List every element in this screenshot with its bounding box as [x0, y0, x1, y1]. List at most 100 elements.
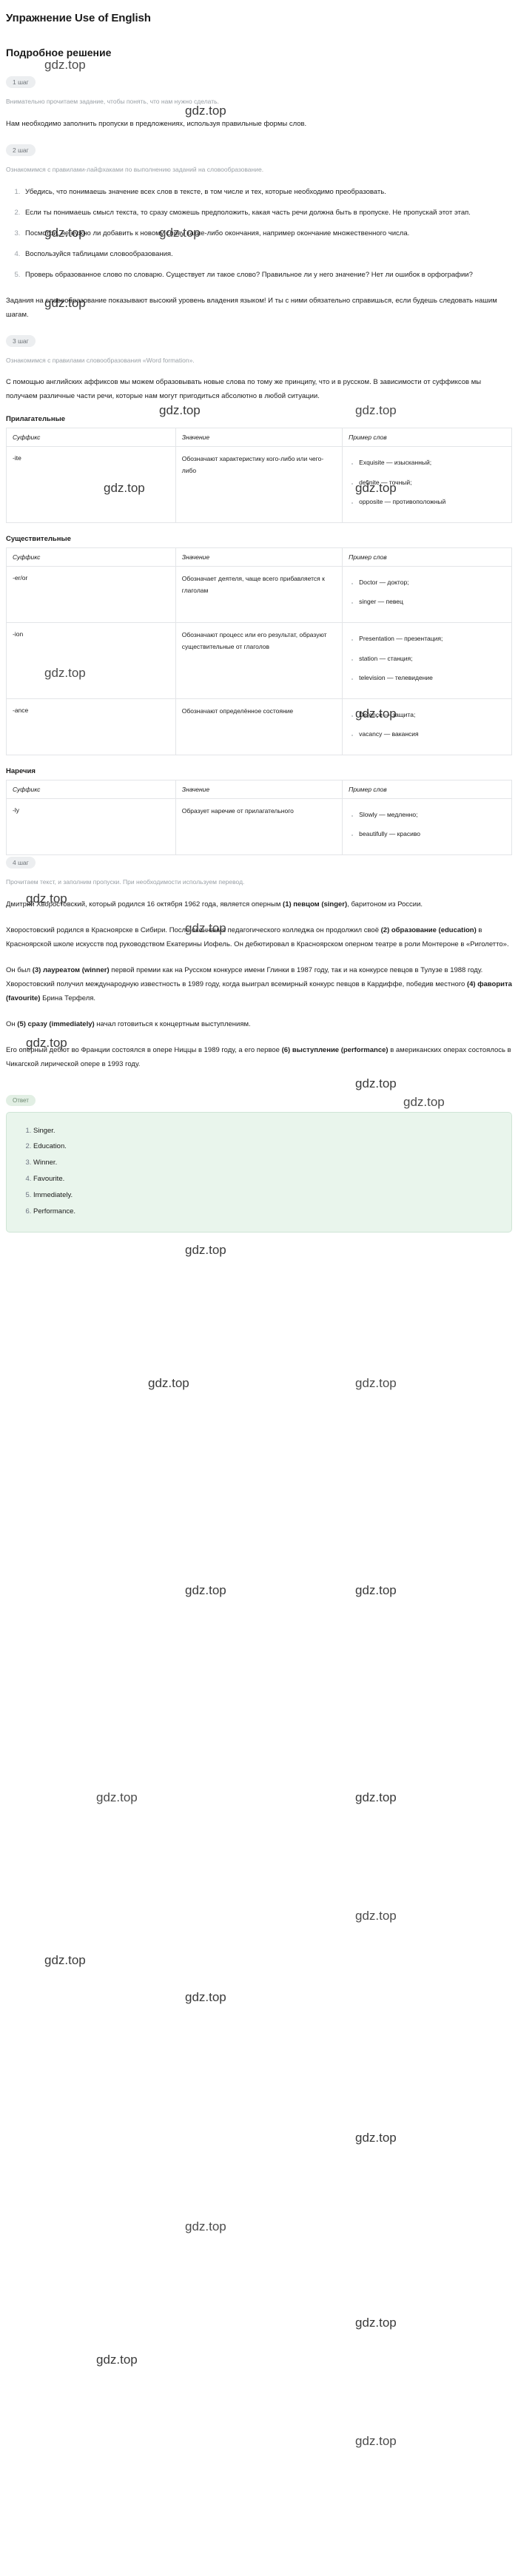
cell-suffix: -ance — [6, 698, 176, 755]
step-1-badge: 1 шаг — [6, 76, 36, 88]
passage-text-run: Брина Терфеля. — [40, 994, 96, 1002]
cell-suffix: -ly — [6, 798, 176, 855]
passage-text-run: начал готовиться к концертным выступлени… — [94, 1019, 251, 1028]
list-item: Убедись, что понимаешь значение всех сло… — [22, 185, 512, 199]
column-header-examples: Пример слов — [342, 779, 512, 799]
step-2: 2 шаг Ознакомимся с правилами-лайфхаками… — [6, 143, 512, 322]
watermark: gdz.top — [96, 1790, 138, 1804]
list-item: opposite — противоположный — [359, 495, 505, 510]
table-row: -ite Обозначают характеристику кого-либо… — [6, 446, 512, 523]
list-item: Favourite. — [33, 1171, 504, 1187]
watermark: gdz.top — [185, 1990, 226, 2004]
solution-page: Упражнение Use of English Подробное реше… — [0, 0, 518, 1233]
passage-text-run: , баритоном из России. — [347, 900, 423, 908]
list-item: Проверь образованное слово по словарю. С… — [22, 268, 512, 282]
step-4-note: Прочитаем текст, и заполним пропуски. Пр… — [6, 877, 245, 886]
answer-inline: (1) певцом (singer) — [283, 900, 348, 908]
step-4: 4 шаг Прочитаем текст, и заполним пропус… — [6, 855, 512, 1071]
table-row: -er/or Обозначает деятеля, чаще всего пр… — [6, 565, 512, 623]
cell-meaning: Обозначают определённое состояние — [175, 698, 343, 755]
step-3-badge: 3 шаг — [6, 334, 36, 347]
watermark: gdz.top — [355, 2434, 397, 2448]
solution-heading: Подробное решение — [6, 47, 112, 58]
list-item: vacancy — вакансия — [359, 727, 505, 742]
cell-examples: Doctor — доктор; singer — певец — [342, 565, 512, 623]
list-item: station — станция; — [359, 652, 505, 667]
step-2-badge: 2 шаг — [6, 144, 36, 156]
table-row: -ly Образует наречие от прилагательного … — [6, 798, 512, 855]
step-1-note: Внимательно прочитаем задание, чтобы пон… — [6, 98, 219, 105]
step-3: 3 шаг Ознакомимся с правилами словообраз… — [6, 334, 512, 404]
step-2-closing: Задания на словообразование показывают в… — [6, 296, 497, 319]
list-item: Immediately. — [33, 1187, 504, 1204]
step-1-body: Нам необходимо заполнить пропуски в пред… — [6, 119, 307, 128]
column-header-examples: Пример слов — [342, 547, 512, 567]
list-item: Если ты понимаешь смысл текста, то сразу… — [22, 206, 512, 220]
answer-list: Singer. Education. Winner. Favourite. Im… — [14, 1123, 504, 1220]
example-list: Exquisite — изысканный; definite — точны… — [349, 456, 505, 510]
watermark: gdz.top — [355, 1790, 397, 1804]
watermark: gdz.top — [355, 2131, 397, 2145]
table-header-row: Суффикс Значение Пример слов — [6, 547, 512, 567]
watermark: gdz.top — [355, 2316, 397, 2330]
cell-examples: Defence — защита; vacancy — вакансия — [342, 698, 512, 755]
cell-examples: Exquisite — изысканный; definite — точны… — [342, 446, 512, 523]
cell-examples: Slowly — медленно; beautifully — красиво — [342, 798, 512, 855]
step-4-badge: 4 шаг — [6, 856, 36, 869]
passage-text-run: Дмитрий Хворостовский, который родился 1… — [6, 900, 283, 908]
cell-suffix: -er/or — [6, 565, 176, 623]
cell-meaning: Обозначают процесс или его результат, об… — [175, 621, 343, 699]
list-item: Посмотри, не нужно ли добавить к новому … — [22, 226, 512, 240]
list-item: Slowly — медленно; — [359, 808, 505, 823]
step-2-note: Ознакомимся с правилами-лайфхаками по вы… — [6, 165, 264, 173]
cell-suffix: -ite — [6, 446, 176, 523]
column-header-suffix: Суффикс — [6, 779, 176, 799]
passage-paragraph: Хворостовский родился в Красноярске в Си… — [6, 923, 512, 951]
list-item: Defence — защита; — [359, 708, 505, 723]
watermark: gdz.top — [148, 1376, 189, 1390]
answer-box: Singer. Education. Winner. Favourite. Im… — [6, 1111, 512, 1233]
answer-badge: Ответ — [6, 1094, 36, 1106]
table-title-nouns: Существительные — [6, 534, 71, 543]
passage-text-run: Он был — [6, 965, 33, 974]
answer-section: Ответ Singer. Education. Winner. Favouri… — [6, 1083, 512, 1233]
watermark: gdz.top — [355, 1583, 397, 1597]
table-adjectives: Суффикс Значение Пример слов -ite Обозна… — [6, 428, 512, 523]
table-header-row: Суффикс Значение Пример слов — [6, 779, 512, 799]
watermark: gdz.top — [96, 2353, 138, 2367]
table-row: -ance Обозначают определённое состояние … — [6, 698, 512, 755]
column-header-meaning: Значение — [175, 428, 343, 448]
passage-text: Дмитрий Хворостовский, который родился 1… — [6, 897, 512, 1071]
example-list: Presentation — презентация; station — ст… — [349, 632, 505, 686]
step-3-body: С помощью английских аффиксов мы можем о… — [6, 378, 482, 401]
list-item: Education. — [33, 1139, 504, 1155]
list-item: definite — точный; — [359, 476, 505, 490]
passage-text-run: Хворостовский родился в Красноярске в Си… — [6, 925, 381, 934]
column-header-meaning: Значение — [175, 547, 343, 567]
list-item: Exquisite — изысканный; — [359, 456, 505, 471]
example-list: Defence — защита; vacancy — вакансия — [349, 708, 505, 742]
answer-inline: (3) лауреатом (winner) — [32, 965, 110, 974]
list-item: television — телевидение — [359, 671, 505, 686]
page-title: Упражнение Use of English — [6, 12, 151, 24]
column-header-suffix: Суффикс — [6, 428, 176, 448]
table-title-adverbs: Наречия — [6, 766, 36, 775]
column-header-examples: Пример слов — [342, 428, 512, 448]
answer-inline: (5) сразу (immediately) — [17, 1019, 95, 1028]
column-header-meaning: Значение — [175, 779, 343, 799]
list-item: singer — певец — [359, 595, 505, 610]
list-item: Performance. — [33, 1204, 504, 1220]
step-2-tips-list: Убедись, что понимаешь значение всех сло… — [6, 185, 512, 282]
answer-inline: (6) выступление (performance) — [281, 1045, 388, 1054]
cell-examples: Presentation — презентация; station — ст… — [342, 621, 512, 699]
passage-paragraph: Он (5) сразу (immediately) начал готовит… — [6, 1017, 512, 1031]
list-item: Presentation — презентация; — [359, 632, 505, 647]
cell-meaning: Обозначает деятеля, чаще всего прибавляе… — [175, 565, 343, 623]
table-row: -ion Обозначают процесс или его результа… — [6, 621, 512, 699]
step-1: 1 шаг Внимательно прочитаем задание, что… — [6, 75, 512, 131]
example-list: Slowly — медленно; beautifully — красиво — [349, 808, 505, 842]
list-item: Singer. — [33, 1123, 504, 1139]
list-item: beautifully — красиво — [359, 827, 505, 842]
watermark: gdz.top — [355, 1376, 397, 1390]
passage-paragraph: Дмитрий Хворостовский, который родился 1… — [6, 897, 512, 911]
